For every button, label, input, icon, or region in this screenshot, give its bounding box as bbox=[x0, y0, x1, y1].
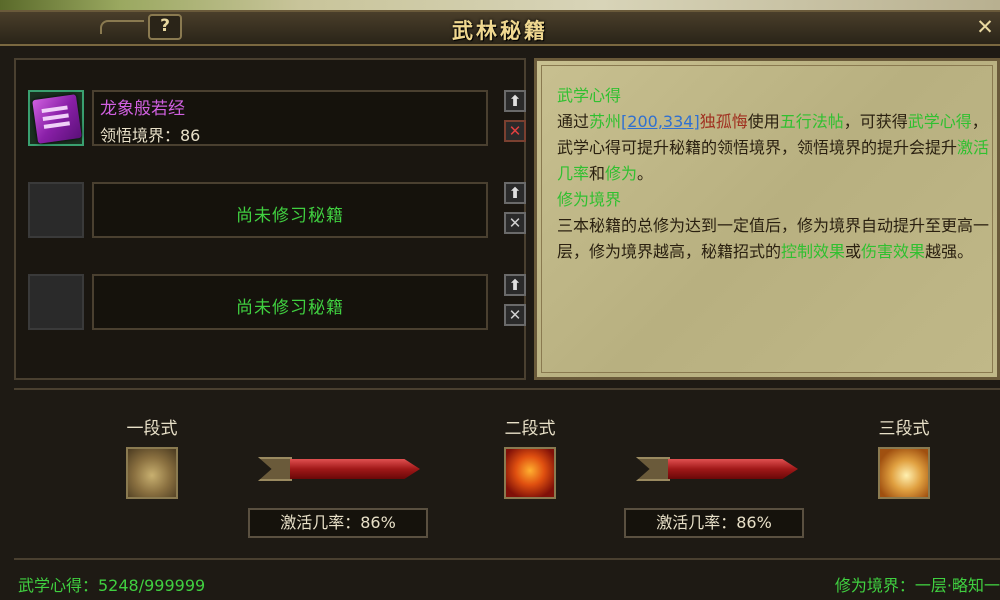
npc-name[interactable]: 独孤悔 bbox=[700, 112, 748, 131]
sword-blade-icon bbox=[668, 459, 798, 479]
move-up-button[interactable]: ⬆ bbox=[504, 182, 526, 204]
sword-hilt-icon bbox=[258, 457, 292, 481]
manual-slots-panel: 龙象般若经 领悟境界：86 ⬆ ✕ 尚未修习秘籍 ⬆ ✕ 尚未修习秘籍 ⬆ ✕ bbox=[14, 58, 526, 380]
footer: 武学心得：5248/999999 修为境界：一层·略知一 bbox=[14, 558, 1000, 598]
remove-button[interactable]: ✕ bbox=[504, 120, 526, 142]
section-title-realm: 修为境界 bbox=[557, 190, 622, 209]
stage-3: 三段式 bbox=[854, 414, 954, 499]
title-bar: ? 武林秘籍 ✕ bbox=[0, 12, 1000, 46]
item-name: 五行法帖 bbox=[779, 112, 844, 131]
move-up-button[interactable]: ⬆ bbox=[504, 274, 526, 296]
activation-rate-1: 激活几率：86% bbox=[248, 508, 428, 538]
city-link[interactable]: 苏州 bbox=[589, 112, 621, 131]
manual-slot-icon[interactable] bbox=[28, 90, 84, 146]
manual-slot-info: 尚未修习秘籍 bbox=[92, 182, 488, 238]
section-title-insight: 武学心得 bbox=[557, 86, 622, 105]
stage-2: 二段式 bbox=[480, 414, 580, 499]
section-body-insight: 通过苏州[200,334]独孤悔使用五行法帖，可获得武学心得，武学心得可提升秘籍… bbox=[557, 112, 990, 183]
manual-name: 龙象般若经 bbox=[100, 99, 185, 119]
manual-slot-info: 龙象般若经 领悟境界：86 bbox=[92, 90, 488, 146]
close-button[interactable]: ✕ bbox=[974, 16, 996, 38]
manual-slot-2[interactable]: 尚未修习秘籍 ⬆ ✕ bbox=[28, 182, 526, 240]
stage-label: 三段式 bbox=[878, 419, 930, 439]
manual-slot-icon-empty[interactable] bbox=[28, 182, 84, 238]
window-title: 武林秘籍 bbox=[452, 19, 548, 43]
book-icon bbox=[32, 94, 82, 144]
move-up-button[interactable]: ⬆ bbox=[504, 90, 526, 112]
info-content: 武学心得 通过苏州[200,334]独孤悔使用五行法帖，可获得武学心得，武学心得… bbox=[557, 83, 997, 265]
stage-label: 二段式 bbox=[504, 419, 556, 439]
remove-button[interactable]: ✕ bbox=[504, 212, 526, 234]
cultivation-realm: 修为境界：一层·略知一 bbox=[834, 576, 1000, 595]
tiger-icon[interactable] bbox=[878, 447, 930, 499]
stage-arrow-2 bbox=[636, 454, 798, 484]
insight-points: 武学心得：5248/999999 bbox=[18, 576, 206, 595]
dragon-icon[interactable] bbox=[504, 447, 556, 499]
remove-button[interactable]: ✕ bbox=[504, 304, 526, 326]
elephant-icon[interactable] bbox=[126, 447, 178, 499]
stage-panel: 一段式 激活几率：86% 二段式 激活几率：86% 三段式 bbox=[14, 388, 1000, 548]
empty-slot-text: 尚未修习秘籍 bbox=[236, 298, 344, 318]
stage-arrow-1 bbox=[258, 454, 420, 484]
manual-slot-icon-empty[interactable] bbox=[28, 274, 84, 330]
manual-slot-info: 尚未修习秘籍 bbox=[92, 274, 488, 330]
coordinate-link[interactable]: [200,334] bbox=[621, 112, 700, 131]
activation-rate-2: 激活几率：86% bbox=[624, 508, 804, 538]
manual-level: 领悟境界：86 bbox=[100, 126, 201, 145]
sword-blade-icon bbox=[290, 459, 420, 479]
manual-slot-1[interactable]: 龙象般若经 领悟境界：86 ⬆ ✕ bbox=[28, 90, 526, 148]
stage-label: 一段式 bbox=[126, 419, 178, 439]
stage-1: 一段式 bbox=[102, 414, 202, 499]
empty-slot-text: 尚未修习秘籍 bbox=[236, 206, 344, 226]
manual-slot-3[interactable]: 尚未修习秘籍 ⬆ ✕ bbox=[28, 274, 526, 332]
section-body-realm: 三本秘籍的总修为达到一定值后，修为境界自动提升至更高一层，修为境界越高，秘籍招式… bbox=[557, 216, 990, 261]
martial-arts-manual-window: ? 武林秘籍 ✕ 龙象般若经 领悟境界：86 ⬆ ✕ 尚未修习秘籍 ⬆ ✕ 尚未… bbox=[0, 10, 1000, 600]
info-panel: 武学心得 通过苏州[200,334]独孤悔使用五行法帖，可获得武学心得，武学心得… bbox=[534, 58, 1000, 380]
sword-hilt-icon bbox=[636, 457, 670, 481]
